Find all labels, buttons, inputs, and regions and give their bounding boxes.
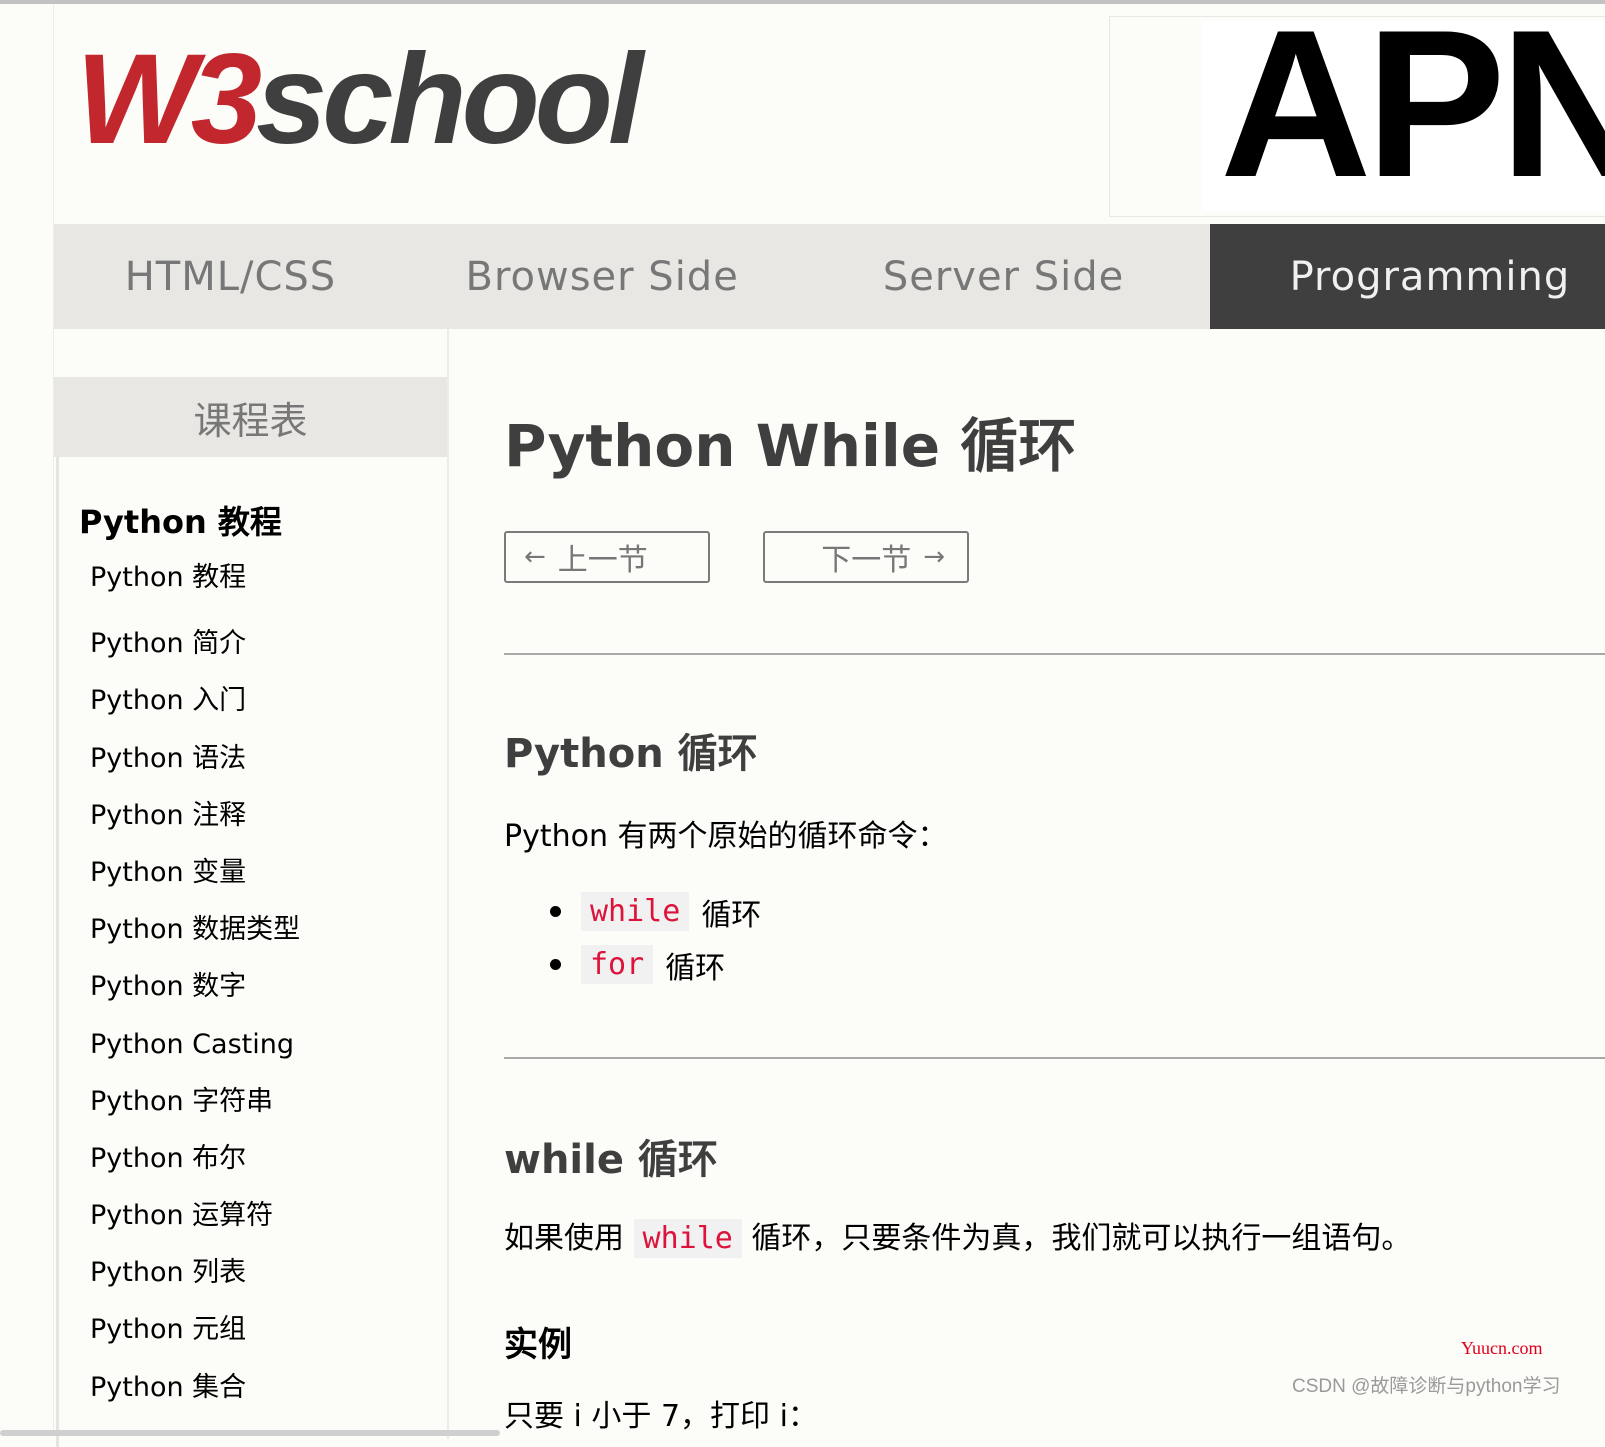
example-heading: 实例 <box>504 1325 572 1365</box>
section-heading-python-loops: Python 循环 <box>504 731 758 777</box>
sidebar-item[interactable]: Python 变量 <box>90 844 300 901</box>
nav-item-browser-side[interactable]: Browser Side <box>407 224 797 329</box>
arrow-left-icon: ← <box>524 542 546 572</box>
list-item: while 循环 <box>550 885 761 938</box>
nav-item-html-css[interactable]: HTML/CSS <box>54 224 407 329</box>
sidebar-item[interactable]: Python 字符串 <box>90 1073 300 1130</box>
loop-command-list: while 循环 for 循环 <box>550 885 761 991</box>
sidebar-item[interactable]: Python 布尔 <box>90 1130 300 1187</box>
inline-code: while <box>633 1219 742 1258</box>
list-item: for 循环 <box>550 938 761 991</box>
watermark-site: Yuucn.com <box>1461 1338 1543 1358</box>
inline-code: while <box>581 892 690 931</box>
next-section-button[interactable]: 下一节 → <box>763 531 969 583</box>
sidebar-item[interactable]: Python 简介 <box>90 615 300 672</box>
sidebar-list: Python 教程 Python 简介 Python 入门 Python 语法 … <box>90 558 300 1416</box>
horizontal-scrollbar[interactable] <box>0 1430 500 1436</box>
main-content: Python While 循环 ← 上一节 下一节 → Python 循环 Py… <box>504 329 1605 1439</box>
sidebar-item[interactable]: Python 列表 <box>90 1244 300 1301</box>
sidebar-item[interactable]: Python 入门 <box>90 672 300 729</box>
ad-image: APN <box>1202 21 1605 211</box>
sidebar-header: 课程表 <box>54 377 447 457</box>
sidebar-item[interactable]: Python 语法 <box>90 730 300 787</box>
example-description: 只要 i 小于 7，打印 i： <box>504 1399 818 1434</box>
prev-section-label: 上一节 <box>557 543 648 578</box>
sidebar-item[interactable]: Python 元组 <box>90 1301 300 1358</box>
sidebar-section-title: Python 教程 <box>79 503 282 541</box>
list-item-text: 循环 <box>665 950 726 986</box>
bullet-icon <box>550 906 561 917</box>
paragraph-text-before: 如果使用 <box>504 1221 624 1256</box>
nav-item-server-side[interactable]: Server Side <box>797 224 1209 329</box>
section-heading-while-loop: while 循环 <box>504 1137 718 1183</box>
watermark-author: CSDN @故障诊断与python学习 <box>1292 1376 1561 1397</box>
sidebar-item[interactable]: Python 集合 <box>90 1359 300 1416</box>
sidebar-item[interactable]: Python Casting <box>90 1016 300 1073</box>
logo-school: school <box>256 28 643 171</box>
ad-banner[interactable]: APN <box>1109 16 1605 217</box>
bullet-icon <box>550 959 561 970</box>
paragraph-text-after: 循环，只要条件为真，我们就可以执行一组语句。 <box>751 1221 1412 1256</box>
page: W3 school APN HTML/CSS Browser Side Serve… <box>53 4 1605 1447</box>
sidebar-item[interactable]: Python 数据类型 <box>90 901 300 958</box>
inline-code: for <box>581 945 654 984</box>
sidebar-item[interactable]: Python 数字 <box>90 958 300 1015</box>
top-nav: HTML/CSS Browser Side Server Side Progra… <box>54 224 1605 329</box>
next-section-label: 下一节 <box>821 543 912 578</box>
sidebar-item[interactable]: Python 运算符 <box>90 1187 300 1244</box>
ad-text: APN <box>1220 21 1605 211</box>
sidebar-item[interactable]: Python 教程 <box>90 558 300 615</box>
prev-section-button[interactable]: ← 上一节 <box>504 531 710 583</box>
w3school-logo[interactable]: W3 school <box>76 36 643 164</box>
section-intro: Python 有两个原始的循环命令： <box>504 819 948 854</box>
sidebar: 课程表 Python 教程 Python 教程 Python 简介 Python… <box>54 329 449 1447</box>
logo-w3: W3 <box>76 28 262 171</box>
page-title: Python While 循环 <box>504 412 1077 480</box>
nav-item-programming[interactable]: Programming <box>1209 224 1605 329</box>
list-item-text: 循环 <box>701 897 762 933</box>
divider <box>504 1057 1605 1059</box>
divider <box>504 653 1605 655</box>
sidebar-item[interactable]: Python 注释 <box>90 787 300 844</box>
arrow-right-icon: → <box>923 542 945 572</box>
section-paragraph: 如果使用 while 循环，只要条件为真，我们就可以执行一组语句。 <box>504 1213 1412 1258</box>
sidebar-body: Python 教程 Python 教程 Python 简介 Python 入门 … <box>56 457 447 1447</box>
